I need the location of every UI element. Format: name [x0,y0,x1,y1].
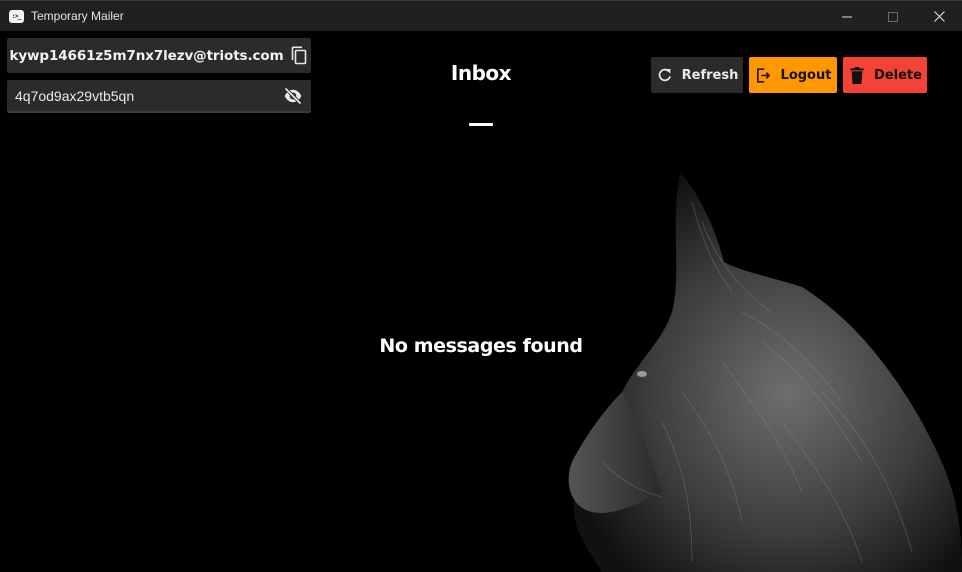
inbox-title-underline [469,123,493,126]
window-titlebar[interactable]: :>_ Temporary Mailer [0,0,962,31]
inbox-title: Inbox [450,61,512,85]
minimize-button[interactable] [824,1,870,32]
close-icon [933,11,945,22]
eye-off-icon[interactable] [283,86,303,106]
maximize-icon [888,11,898,22]
email-address: kywp14661z5m7nx7lezv@triots.com [9,47,284,64]
password-value: 4q7od9ax29vtb5qn [15,87,135,104]
trash-icon [848,66,866,84]
app-content: kywp14661z5m7nx7lezv@triots.com 4q7od9ax… [0,31,962,572]
refresh-label: Refresh [681,67,739,83]
refresh-button[interactable]: Refresh [651,57,743,93]
delete-label: Delete [874,67,922,83]
logout-button[interactable]: Logout [749,57,837,93]
copy-icon[interactable] [291,46,309,66]
app-icon: :>_ [9,9,24,23]
refresh-icon [656,66,674,84]
logout-label: Logout [780,67,832,83]
window-title: Temporary Mailer [31,9,124,23]
email-display[interactable]: kywp14661z5m7nx7lezv@triots.com [7,38,311,73]
delete-button[interactable]: Delete [843,57,927,93]
dog-background-image [568,174,962,572]
maximize-button[interactable] [870,1,916,32]
close-button[interactable] [916,1,962,32]
logout-icon [755,66,773,84]
window-controls [824,1,962,32]
minimize-icon [842,16,852,17]
empty-inbox-message: No messages found [379,335,583,357]
password-field[interactable]: 4q7od9ax29vtb5qn [7,80,311,113]
